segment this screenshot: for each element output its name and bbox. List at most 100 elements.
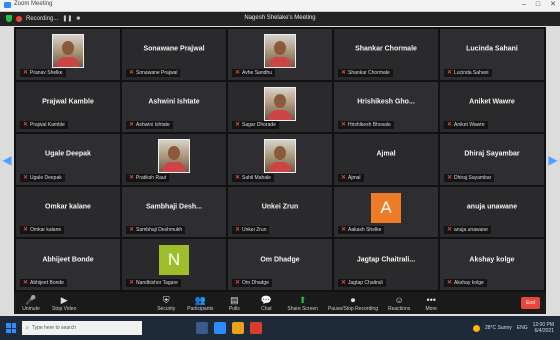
participant-tile[interactable]: Shankar Chormale ✕ Shankar Chormale <box>334 29 438 80</box>
participant-label-text: Jagtap Chaitrali <box>348 279 383 286</box>
chat-button[interactable]: 💬 Chat <box>255 295 277 312</box>
participant-label-text: Shankar Chormale <box>348 69 390 76</box>
participant-tile[interactable]: Jagtap Chaitrali... ✕ Jagtap Chaitrali <box>334 239 438 290</box>
zoom-taskbar-icon[interactable] <box>214 322 226 334</box>
taskbar-search-box[interactable]: ⌕ Type here to search <box>22 321 142 335</box>
participant-tile[interactable]: ✕ Avhe Sandhu <box>228 29 332 80</box>
more-icon: ••• <box>426 294 436 305</box>
muted-mic-icon: ✕ <box>235 227 241 234</box>
participant-tile[interactable]: Omkar kalane ✕ Omkar kalane <box>16 186 120 238</box>
participant-display-name: Sambhaji Desh... <box>145 203 203 211</box>
polls-icon: ▤ <box>230 294 239 305</box>
muted-mic-icon: ✕ <box>447 227 453 234</box>
participant-tile[interactable]: N ✕ Nandkishor Tagare <box>122 239 226 290</box>
participant-tile[interactable]: Om Dhadge ✕ Om Dhadge <box>228 239 332 290</box>
participant-tile[interactable]: Unkei Zrun ✕ Unkei Zrun <box>228 186 332 238</box>
participant-name-label: ✕ Jagtap Chaitrali <box>338 278 386 287</box>
participant-label-text: Avhe Sandhu <box>242 69 272 76</box>
muted-mic-icon: ✕ <box>129 69 135 76</box>
next-page-arrow-icon[interactable]: ▶ <box>548 152 558 168</box>
file-explorer-icon[interactable] <box>232 322 244 334</box>
participant-name-label: ✕ Sambhaji Deshmukh <box>126 226 186 235</box>
participant-name-label: ✕ Pratiksh Raut <box>126 173 170 182</box>
share-screen-button[interactable]: ⬆ Share Screen <box>287 295 318 312</box>
participant-label-text: Sahil Mahale <box>242 174 271 181</box>
participant-name-label: ✕ Sagar Dhorade <box>232 121 279 130</box>
participants-button[interactable]: 👥 Participants <box>187 295 213 312</box>
participant-tile[interactable]: Ashwini Ishtate ✕ Ashwini Ishtate <box>122 81 226 133</box>
participant-name-label: ✕ Prajwal Kamble <box>20 121 68 130</box>
chrome-icon[interactable] <box>250 322 262 334</box>
participant-video-thumbnail <box>158 139 190 174</box>
language-indicator[interactable]: ENG <box>517 325 528 331</box>
participant-tile[interactable]: Lucinda Sahani ✕ Lucinda Sahani <box>440 29 544 80</box>
participant-label-text: Ashwini Ishtate <box>136 122 170 129</box>
participant-name-label: ✕ Ashwini Ishtate <box>126 121 173 130</box>
mic-icon: 🎤 <box>25 294 37 305</box>
participant-label-text: Sagar Dhorade <box>242 122 276 129</box>
muted-mic-icon: ✕ <box>235 279 241 286</box>
participant-name-label: ✕ Sonawane Prajwal <box>126 68 181 77</box>
participant-label-text: Sonawane Prajwal <box>136 69 178 76</box>
participant-tile[interactable]: Akshay kolge ✕ Akshay kolge <box>440 239 544 290</box>
participant-tile[interactable]: Dhiraj Sayambar ✕ Dhiraj Sayambar <box>440 134 544 185</box>
participant-tile[interactable]: Abhijeet Bonde ✕ Abhijeet Bonde <box>16 239 120 290</box>
taskbar-search-placeholder: Type here to search <box>31 325 77 331</box>
muted-mic-icon: ✕ <box>341 174 347 181</box>
minimize-button[interactable]: – <box>522 0 526 10</box>
participant-label-text: Prajwal Kamble <box>30 122 65 129</box>
taskbar-clock[interactable]: 12:00 PM 6/4/2021 <box>533 322 554 334</box>
end-meeting-button[interactable]: End <box>521 297 540 309</box>
participant-name-label: ✕ Avhe Sandhu <box>232 68 275 77</box>
previous-page-arrow-icon[interactable]: ◀ <box>2 152 12 168</box>
participant-tile[interactable]: A ✕ Aakash Shelke <box>334 186 438 238</box>
participant-display-name: Jagtap Chaitrali... <box>356 256 416 264</box>
participant-tile[interactable]: Ajmal ✕ Ajmal <box>334 134 438 185</box>
participant-display-name: Dhiraj Sayambar <box>464 150 520 158</box>
muted-mic-icon: ✕ <box>341 227 347 234</box>
security-button[interactable]: ⛨ Security <box>155 295 177 312</box>
participant-tile[interactable]: anuja unawane ✕ anuja unawane <box>440 186 544 238</box>
participant-tile[interactable]: Ugale Deepak ✕ Ugale Deepak <box>16 134 120 185</box>
toolbar-button-label: Stop Video <box>52 305 77 312</box>
participant-label-text: Ugale Deepak <box>30 174 62 181</box>
mic-button[interactable]: 🎤 Unmute <box>20 295 42 312</box>
participant-label-text: Sambhaji Deshmukh <box>136 227 183 234</box>
record-button[interactable]: ⏺ Pause/Stop Recording <box>328 295 378 312</box>
participant-display-name: Unkei Zrun <box>261 203 299 211</box>
muted-mic-icon: ✕ <box>23 122 29 129</box>
participant-tile[interactable]: ✕ Sahil Mahale <box>228 134 332 185</box>
participant-label-text: Aniket Wawre <box>454 122 485 129</box>
reactions-button[interactable]: ☺ Reactions <box>388 295 410 312</box>
record-icon: ⏺ <box>350 294 356 305</box>
participant-tile[interactable]: Hrishikesh Gho... ✕ Hrishikesh Bhosale <box>334 81 438 133</box>
participant-tile[interactable]: Sonawane Prajwal ✕ Sonawane Prajwal <box>122 29 226 80</box>
video-button[interactable]: ▶ Stop Video <box>52 295 76 312</box>
polls-button[interactable]: ▤ Polls <box>223 295 245 312</box>
participant-label-text: Lucinda Sahani <box>454 69 489 76</box>
muted-mic-icon: ✕ <box>235 122 241 129</box>
toolbar-button-label: Security <box>157 305 176 312</box>
participant-label-text: Nandkishor Tagare <box>136 279 178 286</box>
maximize-button[interactable]: □ <box>536 0 540 10</box>
muted-mic-icon: ✕ <box>23 174 29 181</box>
task-view-icon[interactable] <box>196 322 208 334</box>
windows-start-icon[interactable] <box>6 323 16 333</box>
participant-tile[interactable]: Prajwal Kamble ✕ Prajwal Kamble <box>16 81 120 133</box>
participant-tile[interactable]: Sambhaji Desh... ✕ Sambhaji Deshmukh <box>122 186 226 238</box>
weather-text[interactable]: 28°C Sunny <box>485 325 512 331</box>
participant-tile[interactable]: ✕ Sagar Dhorade <box>228 81 332 133</box>
participant-avatar: A <box>371 192 401 223</box>
muted-mic-icon: ✕ <box>447 174 453 181</box>
participant-tile[interactable]: Aniket Wawre ✕ Aniket Wawre <box>440 81 544 133</box>
muted-mic-icon: ✕ <box>447 69 453 76</box>
participant-name-label: ✕ Nandkishor Tagare <box>126 278 181 287</box>
participant-tile[interactable]: ✕ Pratiksh Raut <box>122 134 226 185</box>
participant-tile[interactable]: ✕ Pranav Shelke <box>16 29 120 80</box>
more-button[interactable]: ••• More <box>420 295 442 312</box>
participant-display-name: Akshay kolge <box>469 256 515 264</box>
close-button[interactable]: ✕ <box>550 0 556 10</box>
toolbar-button-label: Pause/Stop Recording <box>327 305 378 312</box>
toolbar-button-label: Share Screen <box>287 305 318 312</box>
participant-display-name: Omkar kalane <box>45 203 91 211</box>
